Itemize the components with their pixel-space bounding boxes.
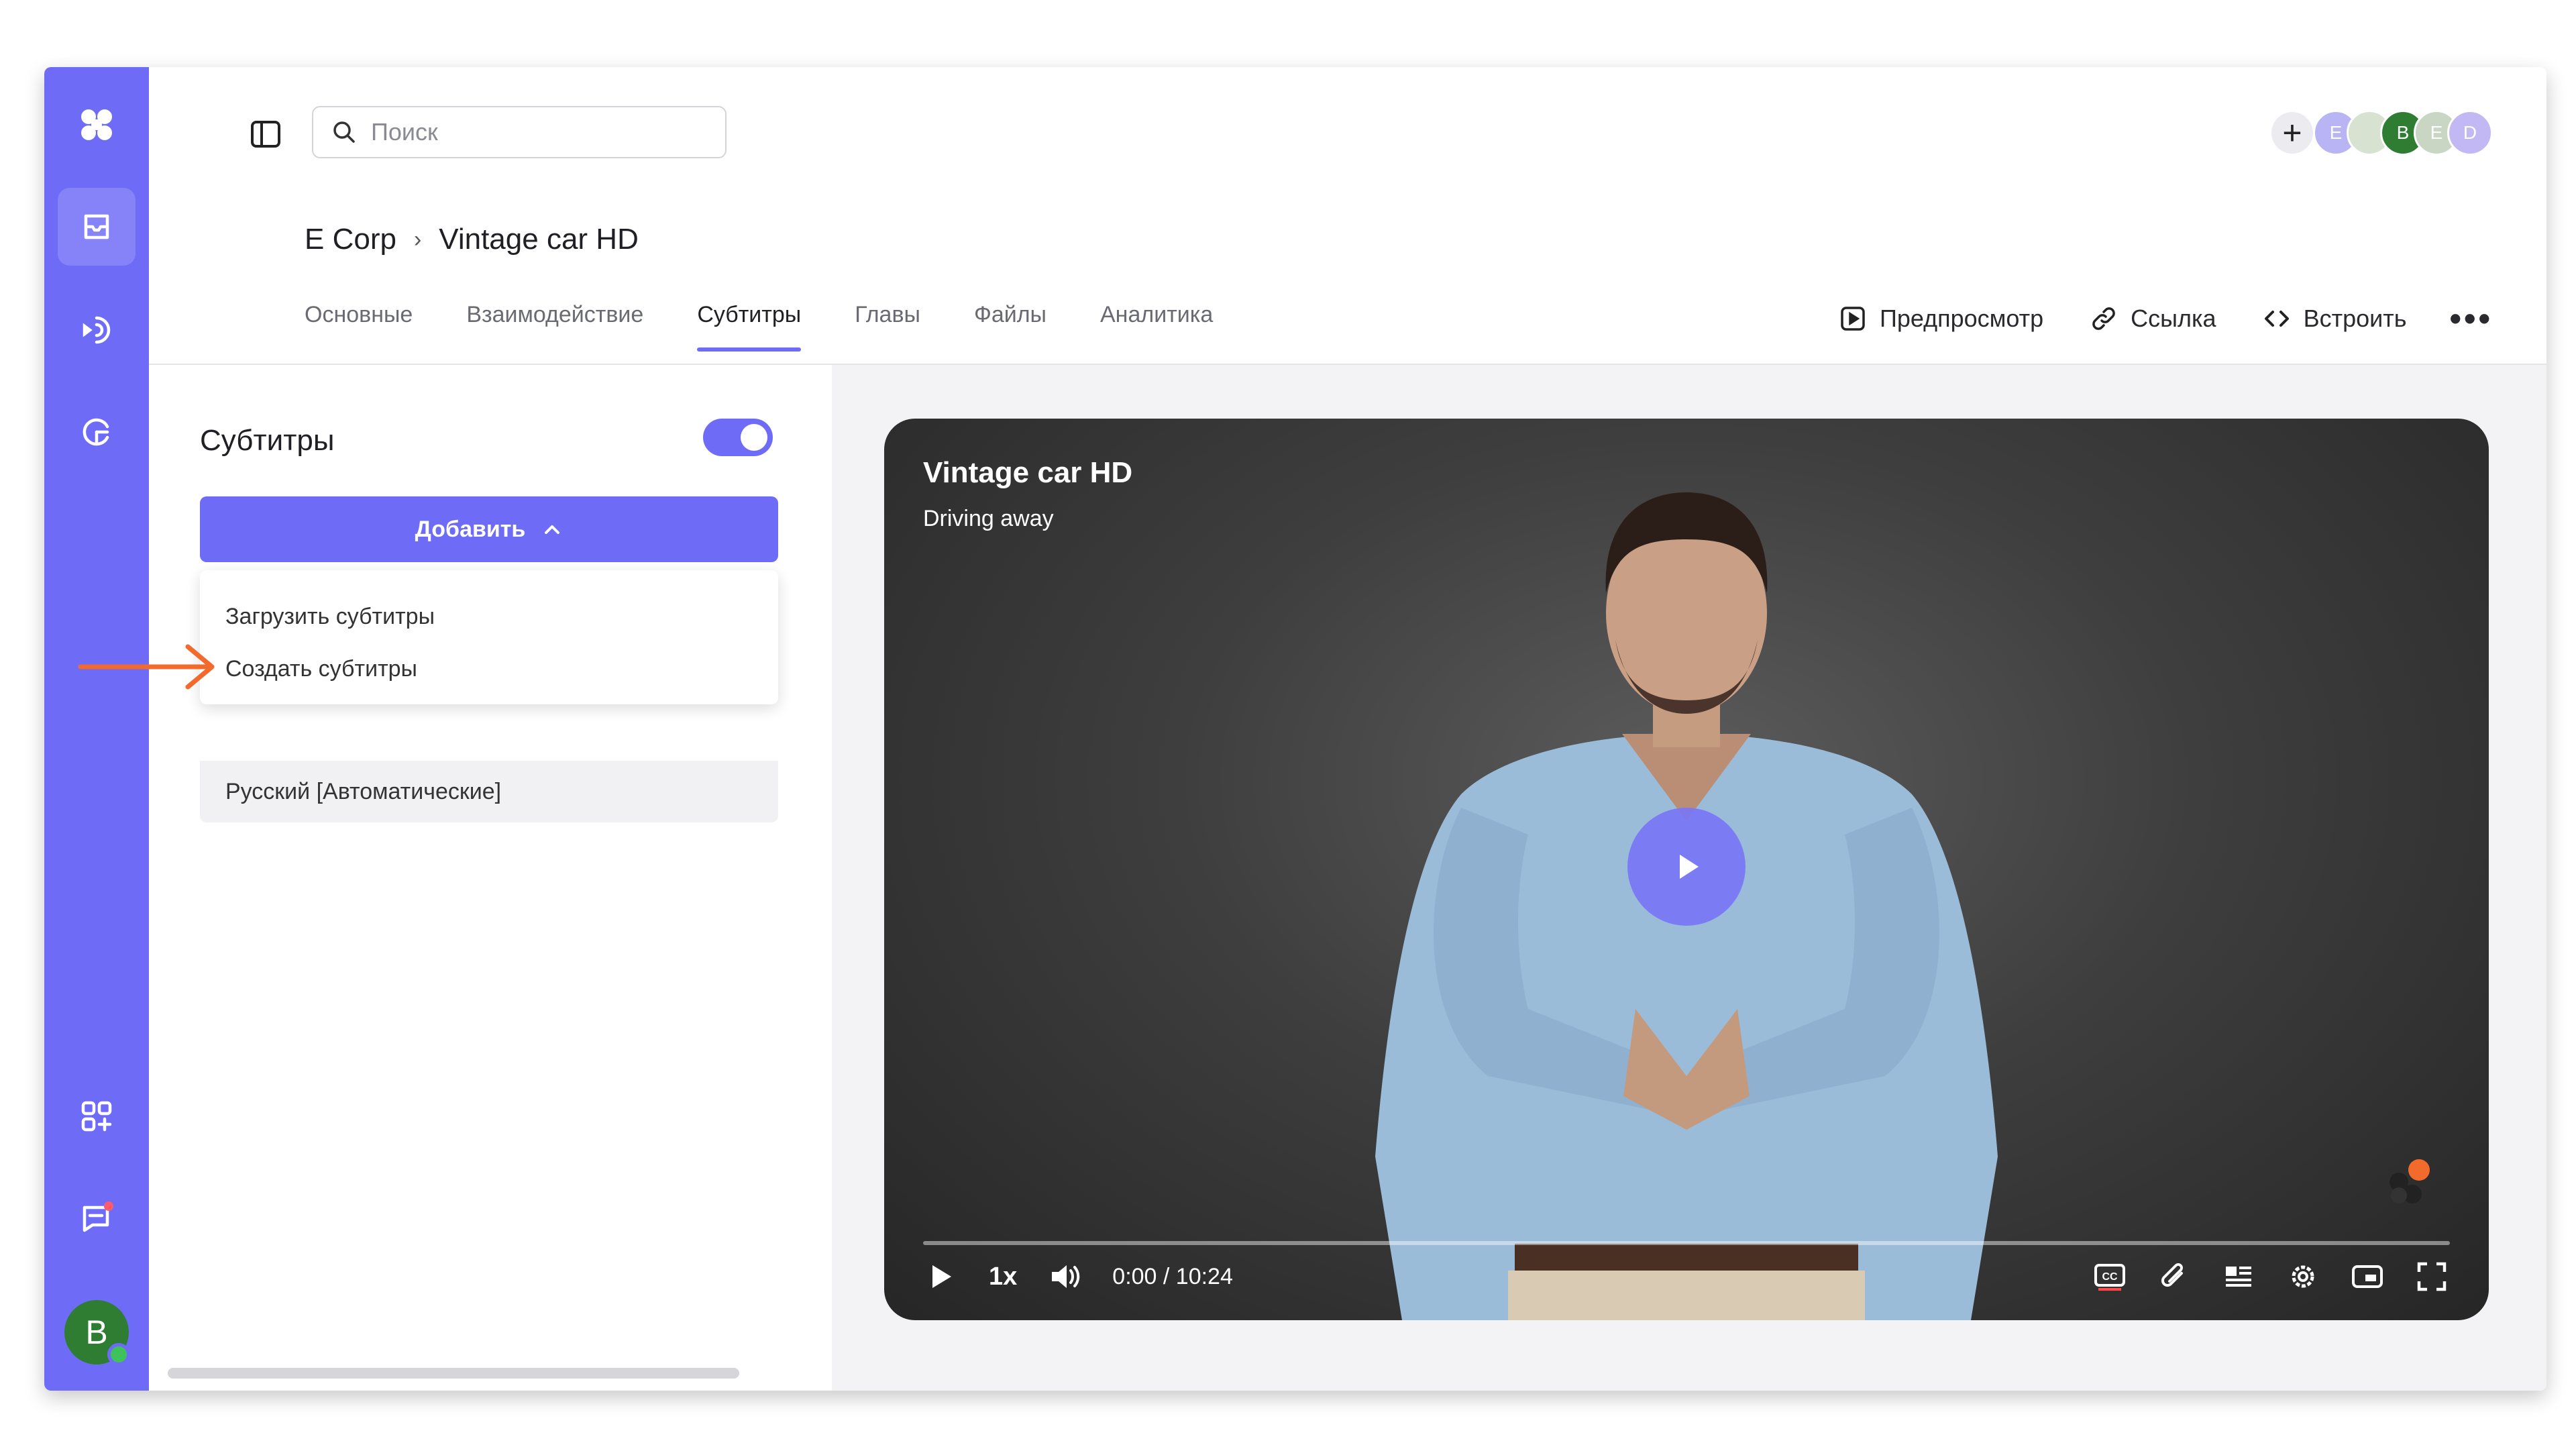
play-overlay-button[interactable] — [1627, 808, 1746, 926]
play-icon — [1680, 855, 1699, 879]
logo-icon[interactable] — [58, 86, 136, 164]
time-display: 0:00 / 10:24 — [1112, 1263, 1233, 1289]
chapters-button[interactable] — [2220, 1258, 2257, 1295]
tab-files[interactable]: Файлы — [974, 282, 1046, 352]
tab-interaction[interactable]: Взаимодействие — [466, 282, 643, 352]
tab-subtitles[interactable]: Субтитры — [697, 282, 801, 352]
broadcast-icon[interactable] — [58, 291, 136, 369]
fullscreen-icon — [2417, 1262, 2447, 1291]
link-button[interactable]: Ссылка — [2089, 304, 2216, 333]
play-button[interactable] — [923, 1258, 959, 1295]
breadcrumb-video-title: Vintage car HD — [439, 223, 639, 256]
preview-button[interactable]: Предпросмотр — [1838, 304, 2043, 333]
avatar[interactable]: D — [2447, 110, 2493, 156]
app-window: B + E B E D E Corp › Vintage car HD Осно… — [44, 67, 2546, 1391]
top-right-controls: + E B E D — [2271, 110, 2493, 156]
subtitle-track-item[interactable]: Русский [Автоматические] — [200, 761, 778, 822]
breadcrumb-workspace[interactable]: E Corp — [305, 223, 396, 256]
tab-bar: Основные Взаимодействие Субтитры Главы Ф… — [305, 282, 1267, 352]
chat-icon[interactable] — [58, 1179, 136, 1257]
apps-add-icon[interactable] — [58, 1077, 136, 1155]
embed-label: Встроить — [2303, 305, 2407, 332]
closed-captions-icon: CC — [2094, 1264, 2125, 1291]
add-subtitles-dropdown: Загрузить субтитры Создать субтитры — [200, 570, 778, 704]
toggle-sidebar-icon[interactable] — [247, 115, 284, 153]
add-button-label: Добавить — [415, 516, 526, 542]
add-icon[interactable]: + — [2271, 112, 2313, 154]
subtitles-panel: Субтитры Добавить Русский [Автоматически… — [149, 365, 832, 1391]
tab-basic[interactable]: Основные — [305, 282, 413, 352]
preview-icon — [1841, 307, 1865, 331]
fullscreen-button[interactable] — [2414, 1258, 2450, 1295]
search-box[interactable] — [312, 106, 727, 158]
subtitles-panel-title: Субтитры — [200, 424, 335, 457]
gear-icon — [2292, 1265, 2314, 1288]
paperclip-icon — [2161, 1263, 2183, 1287]
volume-icon — [1052, 1265, 1080, 1288]
user-avatar-initial: B — [85, 1313, 108, 1351]
chevron-up-icon — [545, 525, 560, 534]
player-controls: 1x 0:00 / 10:24 CC — [923, 1246, 2450, 1307]
create-subtitles-item[interactable]: Создать субтитры — [225, 656, 417, 682]
search-input[interactable] — [370, 117, 694, 147]
avatar-initial: D — [2463, 122, 2477, 143]
progress-bar[interactable] — [923, 1241, 2450, 1245]
search-icon — [333, 121, 355, 143]
pip-icon — [2352, 1265, 2383, 1288]
toggle-knob — [741, 424, 767, 451]
subtitle-track-label: Русский [Автоматические] — [225, 778, 502, 804]
tab-analytics[interactable]: Аналитика — [1100, 282, 1213, 352]
upload-subtitles-item[interactable]: Загрузить субтитры — [225, 604, 435, 630]
embed-button[interactable]: Встроить — [2262, 304, 2407, 333]
attachments-button[interactable] — [2156, 1258, 2192, 1295]
link-icon — [2092, 307, 2115, 330]
header-actions: Предпросмотр Ссылка Встроить ••• — [1792, 302, 2493, 335]
add-subtitles-button[interactable]: Добавить — [200, 496, 778, 562]
video-subtitle: Driving away — [923, 506, 1054, 531]
video-player[interactable]: Vintage car HD Driving away 1x 0:00 / 10… — [884, 419, 2489, 1320]
settings-button[interactable] — [2285, 1258, 2321, 1295]
player-controls-right: CC — [2063, 1258, 2450, 1295]
subtitles-toggle[interactable] — [703, 419, 773, 456]
videos-folder-icon[interactable] — [58, 188, 136, 266]
online-status-dot — [107, 1343, 130, 1366]
breadcrumb-separator: › — [413, 226, 422, 252]
video-preview-area: Vintage car HD Driving away 1x 0:00 / 10… — [832, 365, 2546, 1391]
play-icon — [932, 1265, 951, 1288]
preview-label: Предпросмотр — [1879, 305, 2044, 332]
breadcrumb: E Corp › Vintage car HD — [305, 223, 639, 256]
analytics-icon[interactable] — [58, 393, 136, 471]
svg-text:CC: CC — [2102, 1271, 2118, 1283]
avatar-initial: E — [2329, 122, 2343, 143]
avatar-initial: E — [2430, 122, 2443, 143]
avatar-initial: B — [2396, 122, 2410, 143]
tab-chapters[interactable]: Главы — [855, 282, 920, 352]
code-icon — [2264, 311, 2289, 327]
more-options-icon[interactable]: ••• — [2449, 302, 2493, 335]
captions-button[interactable]: CC — [2092, 1258, 2128, 1295]
pointer-arrow-icon — [78, 644, 215, 690]
volume-button[interactable] — [1046, 1258, 1083, 1295]
watermark-logo-icon — [2390, 1159, 2430, 1203]
user-avatar[interactable]: B — [64, 1300, 130, 1366]
horizontal-scrollbar[interactable] — [168, 1368, 739, 1379]
link-label: Ссылка — [2131, 305, 2216, 332]
sidebar: B — [44, 67, 149, 1391]
picture-in-picture-button[interactable] — [2349, 1258, 2385, 1295]
video-title: Vintage car HD — [923, 456, 1133, 489]
speed-button[interactable]: 1x — [989, 1263, 1017, 1291]
top-bar: + E B E D E Corp › Vintage car HD Основн… — [149, 67, 2546, 352]
chapters-icon — [2226, 1267, 2251, 1287]
